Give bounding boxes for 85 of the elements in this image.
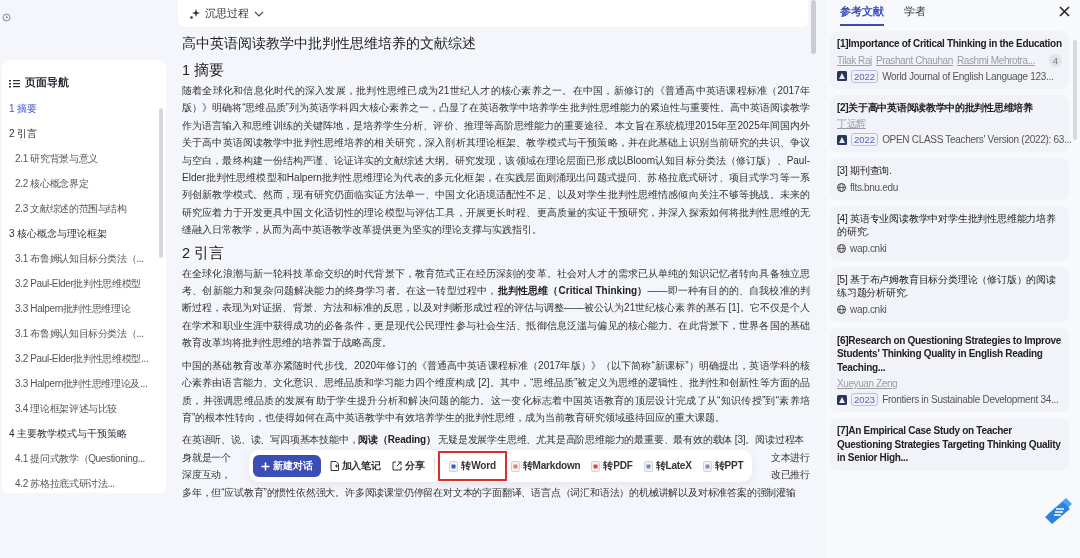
- paragraph: 中国的基础教育改革亦紧随时代步伐。2020年修订的《普通高中英语课程标准（2017年版）》（以下简称“新课标”）明确提出，英语学科的核心素养由语言能力、文化意识、思维品质和学习能力四个维度构成 [2]。其中，“思维品质”被定义为思维的逻辑性、批判性和创新性等方面的品质，并强调思维品质的发展有助于学生提升分析和解决问题的能力。这一变化标志着中国英语教育的顶层设计完成了从“知识传授”到“素养培育”的根本性转向，也使得如何在高中英语教学中有效培养学生的批判性思维，成为当前教育研究领域亟待回应的重大课题。: [182, 358, 810, 425]
- year-tag: 2022: [851, 69, 879, 83]
- chevron-down-icon[interactable]: [254, 10, 264, 17]
- outline-item[interactable]: 3.1 布鲁姆认知目标分类法（...: [15, 321, 144, 346]
- globe-icon: [837, 243, 846, 253]
- journal-icon: [837, 394, 847, 405]
- journal-name: World Journal of English Language 123...: [882, 69, 1054, 83]
- outline-item[interactable]: 3 核心概念与理论框架: [9, 221, 108, 246]
- reference-card[interactable]: [4] 英语专业阅读教学中对学生批判性思维能力培养的研究. wap.cnki: [830, 205, 1069, 261]
- scrollbar-thumb[interactable]: [811, 0, 816, 54]
- outline-item[interactable]: 4.2 苏格拉底式研讨法...: [15, 471, 115, 496]
- reference-title: [6]Research on Questioning Strategies to Improve Students' Thinking Quality in English Reading Teaching...: [837, 333, 1062, 374]
- section-heading: 1 摘要: [182, 61, 226, 80]
- text-line: 身就是一个: [182, 450, 231, 465]
- journal-name: OPEN CLASS Teachers' Version (2022): 63...: [882, 133, 1072, 146]
- journal-icon: [837, 71, 847, 81]
- pdf-file-icon: [591, 460, 601, 472]
- source-site[interactable]: flts.bnu.edu: [850, 180, 899, 194]
- year-tag: 2022: [851, 133, 879, 146]
- section-heading: 2 引言: [182, 243, 226, 263]
- outline-item[interactable]: 1 摘要: [9, 96, 38, 121]
- panel-title: 页面导航: [25, 76, 69, 90]
- export-ppt-button[interactable]: 转PPT: [697, 455, 749, 478]
- text-line: 深度互动，: [182, 468, 231, 483]
- outline-item[interactable]: 2.2 核心概念界定: [15, 171, 89, 196]
- globe-icon: [837, 182, 846, 192]
- reference-card[interactable]: [2]关于高中英语阅读教学中的批判性思维培养 丁远辉 2022 OPEN CLASS Teachers' Version (2022): 63...: [830, 94, 1069, 152]
- reference-card[interactable]: [3] 期刊查询. flts.bnu.edu: [830, 158, 1069, 200]
- journal-icon: [837, 134, 847, 145]
- text-line: 改已推行: [770, 468, 810, 483]
- sparkle-icon: [190, 8, 200, 19]
- scrollbar-thumb[interactable]: [159, 108, 163, 258]
- outline-item[interactable]: 2 引言: [9, 121, 38, 146]
- note-add-icon: [329, 461, 339, 472]
- outline-item[interactable]: 3.1 布鲁姆认知目标分类法（...: [15, 246, 144, 271]
- latex-file-icon: [643, 460, 653, 472]
- export-word-button[interactable]: 转Word: [440, 453, 505, 480]
- reference-card[interactable]: [7]An Empirical Case Study on Teacher Questioning Strategies Targeting Thinking Quality in Senior High...: [830, 418, 1069, 471]
- outline-item[interactable]: 3.3 Halpern批判性思维理论及...: [15, 371, 148, 396]
- reference-title: [7]An Empirical Case Study on Teacher Questioning Strategies Targeting Thinking Quality in Senior High...: [837, 424, 1062, 465]
- reference-title: [2]关于高中英语阅读教学中的批判性思维培养: [837, 100, 1034, 114]
- year-tag: 2023: [851, 393, 879, 406]
- export-markdown-button[interactable]: 转Markdown: [505, 455, 586, 478]
- outline-item[interactable]: 2.1 研究背景与意义: [15, 146, 98, 171]
- outline-item[interactable]: 2.3 文献综述的范围与结构: [15, 196, 127, 221]
- outline-item[interactable]: 3.4 理论框架评述与比较: [15, 396, 118, 421]
- outline-item[interactable]: 3.2 Paul-Elder批判性思维模型: [15, 271, 142, 296]
- scrollbar-thumb[interactable]: [1073, 40, 1077, 140]
- text-line: 多年，但“应试教育”的惯性依然强大。许多阅读课堂仍停留在对文本的字面翻译、语言点（词汇和语法）的机械讲解以及对标准答案的强制灌输: [182, 485, 796, 500]
- reference-card[interactable]: [5] 基于布卢姆教育目标分类理论（修订版）的阅读练习题分析研究. wap.cnki: [830, 266, 1069, 322]
- outline-icon: [9, 78, 20, 88]
- history-icon[interactable]: [2, 13, 11, 22]
- reference-title: [3] 期刊查询.: [837, 164, 893, 178]
- close-icon[interactable]: [1059, 6, 1070, 17]
- source-site[interactable]: wap.cnki: [850, 302, 887, 316]
- document-title: 高中英语阅读教学中批判性思维培养的文献综述: [182, 35, 477, 53]
- reference-title: [5] 基于布卢姆教育目标分类理论（修订版）的阅读练习题分析研究.: [837, 272, 1057, 300]
- journal-name: Frontiers in Sustainable Development 34...: [882, 393, 1059, 406]
- add-note-button[interactable]: 加入笔记: [324, 455, 386, 478]
- panel-tab[interactable]: 参考文献: [840, 4, 884, 26]
- outline-item[interactable]: 3.2 Paul-Elder批判性思维模型...: [15, 346, 149, 371]
- outline-item[interactable]: 4 主要教学模式与干预策略: [9, 421, 128, 446]
- outline-item[interactable]: 3.3 Halpern批判性思维理论: [15, 296, 131, 321]
- new-chat-button[interactable]: 新建对话: [253, 455, 321, 478]
- author-count: 4: [1048, 53, 1062, 67]
- share-button[interactable]: 分享: [386, 455, 430, 478]
- ppt-file-icon: [702, 460, 712, 472]
- panel-tab[interactable]: 学者: [904, 4, 926, 26]
- reference-title: [4] 英语专业阅读教学中对学生批判性思维能力培养的研究.: [837, 211, 1057, 239]
- text-line: 文本进行: [770, 450, 810, 465]
- export-latex-button[interactable]: 转LateX: [638, 455, 697, 478]
- export-pdf-button[interactable]: 转PDF: [586, 455, 638, 478]
- text-line: 在英语听、说、读、写四项基本技能中，阅读（Reading） 无疑是发展学生思维、尤其是高阶思维能力的最重要、最有效的载体 [3]。阅读过程本: [182, 433, 805, 448]
- markdown-file-icon: [510, 460, 520, 472]
- reference-card[interactable]: [6]Research on Questioning Strategies to Improve Students' Thinking Quality in English Reading Teaching... Xueyuan Zeng 2023 Frontiers in Sustainable Development 34...: [830, 327, 1069, 412]
- outline-item[interactable]: 4.1 提问式教学（Questioning...: [15, 446, 145, 471]
- paragraph: 在全球化浪潮与新一轮科技革命交织的时代背景下，教育范式正在经历深刻的变革。社会对人才的需求已从单纯的知识记忆者转向具备独立思考、创新能力和复杂问题解决能力的终身学习者。在这一转型过程中，批判性思维（Critical Thinking）——即一种有目的的、自我校准的判断过程，表现为对证据、背景、方法和标准的反思，以及对判断形成过程的评估与调整——被公认为21世纪核心素养的基石 [1]。它不仅是个人在学术和职业生涯中获得成功的必备条件，更是现代公民理性参与社会生活、抵御信息泛滥与偏见的核心能力。在此背景下，世界各国的基础教育改革均将批判性思维的培养置于战略高度。: [182, 266, 810, 351]
- globe-icon: [837, 304, 846, 314]
- plus-icon: [261, 461, 271, 471]
- reference-title: [1]Importance of Critical Thinking in the Education: [837, 37, 1062, 51]
- thinking-process-label[interactable]: 沉思过程: [205, 6, 249, 21]
- word-file-icon: [449, 460, 459, 472]
- share-icon: [391, 461, 402, 472]
- source-site[interactable]: wap.cnki: [850, 241, 887, 255]
- paragraph: 随着全球化和信息化时代的深入发展，批判性思维已成为21世纪人才的核心素养之一。在中国，新修订的《普通高中英语课程标准（2017年版）》明确将“思维品质”列为英语学科四大核心素养之一，凸显了在英语教学中培养学生批判性思维能力的紧迫性与重要性。高中英语阅读教学作为语言输入和思维训练的关键阵地，是培养学生分析、评价、推理等高阶思维能力的重要途径。本文旨在系统梳理2015年至2025年间国内外关于高中英语阅读教学中批判性思维培养的相关研究，深入剖析其理论框架、教学模式与干预策略，并在此基础上识别当前研究的共识、争议与空白，最终构建一份结构严谨、论证详实的文献综述大纲。研究发现，该领域在理论层面已形成以Bloom认知目标分类法（修订版）、Paul-Elder批判性思维模型和Halpern批判性思维理论为代表的多元化框架，在实践层面则涌现出问题式提问、苏格拉底式研讨、项目式学习等一系列创新教学模式。然而，现有研究仍面临实证方法单一、中国文化语境适配性不足、以及对学生批判性思维情感倾向关注不够等挑战。未来的研究应着力于开发更具中国文化适切性的理论模型与评估工具，开展更长时程、更高质量的实证干预研究，并深入探索如何将批判性思维的无缝融入日常教学，从而为高中英语教学改革提供更为坚实的理论支撑与实践指引。: [182, 84, 810, 238]
